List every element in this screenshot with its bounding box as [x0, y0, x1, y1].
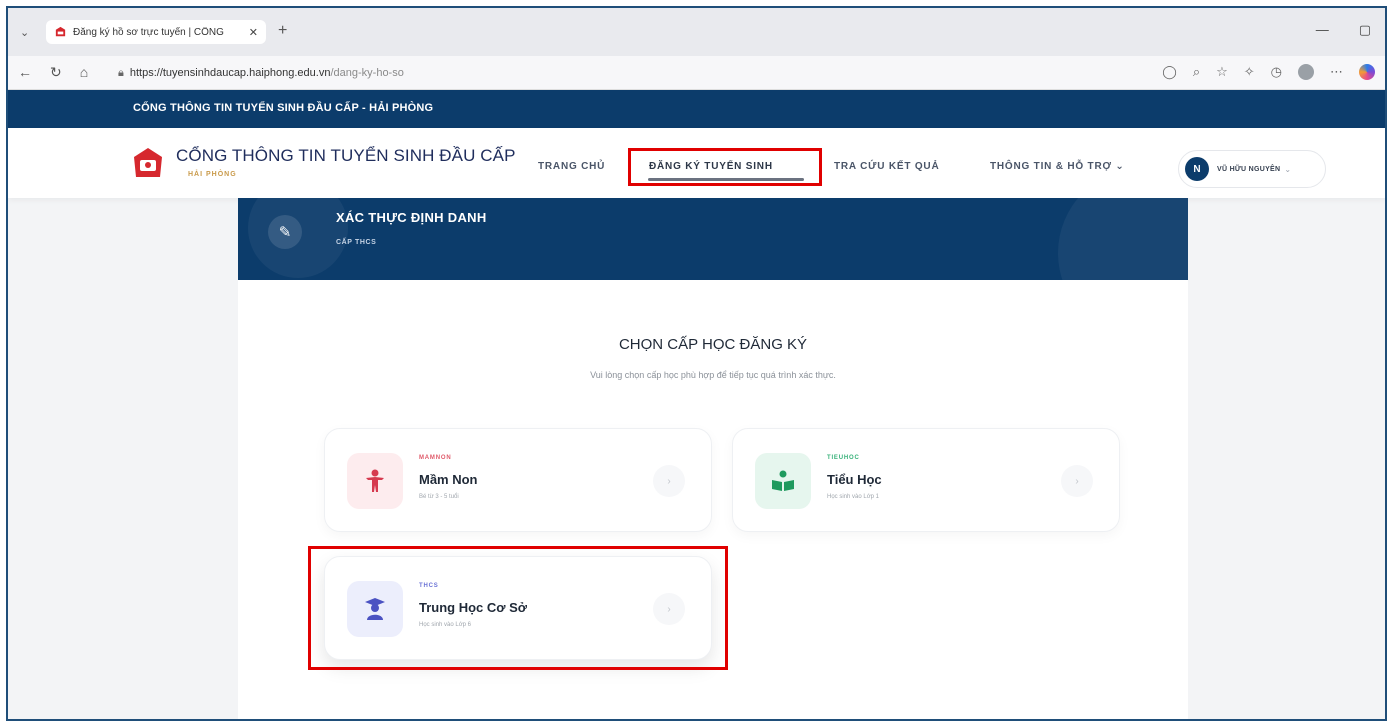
top-banner-text: CỔNG THÔNG TIN TUYỂN SINH ĐẦU CẤP - HẢI … — [133, 102, 434, 114]
level-card-mam-non[interactable]: MAMNON Mầm Non Bé từ 3 - 5 tuổi › — [324, 428, 712, 532]
book-icon — [755, 453, 811, 509]
hero-subtitle: CẤP THCS — [336, 239, 377, 246]
extensions-icon[interactable]: ✧ — [1244, 64, 1255, 80]
history-icon[interactable]: ◷ — [1271, 64, 1282, 80]
id-card-icon: ✎ — [268, 215, 302, 249]
level-tag: TIEUHOC — [827, 455, 860, 461]
browser-toolbar: ◯ ⌕ ☆ ✧ ◷ ⋯ — [1162, 64, 1375, 80]
tab-strip: ⌄ Đăng ký hồ sơ trực tuyến | CỔNG ✕ + — … — [8, 8, 1385, 56]
site-favicon-icon — [55, 26, 66, 36]
chevron-right-icon[interactable]: › — [1061, 465, 1093, 497]
user-name: VŨ HỮU NGUYÊN — [1217, 165, 1281, 173]
browser-tab[interactable]: Đăng ký hồ sơ trực tuyến | CỔNG ✕ — [46, 20, 266, 44]
site-logo-icon[interactable] — [130, 145, 166, 181]
home-icon[interactable]: ⌂ — [80, 64, 88, 81]
new-tab-button[interactable]: + — [278, 22, 287, 40]
page-subtitle: Vui lòng chọn cấp học phù hợp để tiếp tụ… — [590, 370, 836, 380]
highlight-box-register-nav — [628, 148, 822, 186]
url-field[interactable]: 🔒︎ https://tuyensinhdaucap.haiphong.edu.… — [118, 62, 404, 84]
lock-icon[interactable]: 🔒︎ — [118, 67, 124, 80]
url-host: https://tuyensinhdaucap.haiphong.edu.vn — [129, 67, 331, 79]
brand-subtitle: HẢI PHÒNG — [188, 171, 237, 178]
page-title: CHỌN CẤP HỌC ĐĂNG KÝ — [618, 336, 808, 353]
verification-hero: ✎ XÁC THỰC ĐỊNH DANH CẤP THCS — [238, 198, 1188, 280]
level-card-tieu-hoc[interactable]: TIEUHOC Tiểu Học Học sinh vào Lớp 1 › — [732, 428, 1120, 532]
window-controls: — ▢ — [1316, 22, 1371, 38]
level-description: Học sinh vào Lớp 1 — [827, 494, 879, 500]
highlight-box-thcs-card — [308, 546, 728, 670]
nav-info-dropdown[interactable]: THÔNG TIN & HỖ TRỢ ⌄ — [990, 161, 1125, 172]
browser-window: ⌄ Đăng ký hồ sơ trực tuyến | CỔNG ✕ + — … — [6, 6, 1387, 721]
restore-button[interactable]: ▢ — [1359, 22, 1371, 38]
tab-close-icon[interactable]: ✕ — [249, 26, 258, 39]
more-menu-icon[interactable]: ⋯ — [1330, 64, 1343, 80]
translate-icon[interactable]: ⌕ — [1193, 64, 1200, 80]
profile-avatar-icon[interactable] — [1298, 64, 1314, 80]
tab-list-chevron-icon[interactable]: ⌄ — [20, 26, 29, 39]
user-menu[interactable]: N VŨ HỮU NGUYÊN ⌄ — [1178, 150, 1326, 188]
nav-buttons: ← ↻ ⌂ — [18, 64, 88, 81]
read-aloud-icon[interactable]: ◯ — [1162, 64, 1177, 80]
refresh-icon[interactable]: ↻ — [50, 64, 62, 81]
brand-title[interactable]: CỔNG THÔNG TIN TUYỂN SINH ĐẦU CẤP — [176, 146, 516, 166]
tab-title: Đăng ký hồ sơ trực tuyến | CỔNG — [73, 26, 224, 38]
minimize-button[interactable]: — — [1316, 22, 1329, 38]
chevron-right-icon[interactable]: › — [653, 465, 685, 497]
child-icon — [347, 453, 403, 509]
chevron-down-icon: ⌄ — [1284, 164, 1292, 174]
copilot-icon[interactable] — [1359, 64, 1375, 80]
hero-decoration — [1058, 198, 1188, 280]
nav-lookup-link[interactable]: TRA CỨU KẾT QUẢ — [834, 161, 939, 172]
favorite-star-icon[interactable]: ☆ — [1216, 64, 1228, 80]
address-bar-row: ← ↻ ⌂ 🔒︎ https://tuyensinhdaucap.haiphon… — [8, 56, 1385, 90]
nav-home-link[interactable]: TRANG CHỦ — [538, 161, 605, 172]
user-avatar: N — [1185, 157, 1209, 181]
back-icon[interactable]: ← — [18, 64, 32, 81]
level-tag: MAMNON — [419, 455, 452, 461]
level-description: Bé từ 3 - 5 tuổi — [419, 494, 459, 500]
level-name: Tiểu Học — [827, 472, 882, 487]
hero-title: XÁC THỰC ĐỊNH DANH — [336, 210, 487, 225]
level-name: Mầm Non — [419, 472, 478, 487]
url-path: /dang-ky-ho-so — [330, 67, 404, 79]
site-top-banner: CỔNG THÔNG TIN TUYỂN SINH ĐẦU CẤP - HẢI … — [8, 90, 1385, 128]
